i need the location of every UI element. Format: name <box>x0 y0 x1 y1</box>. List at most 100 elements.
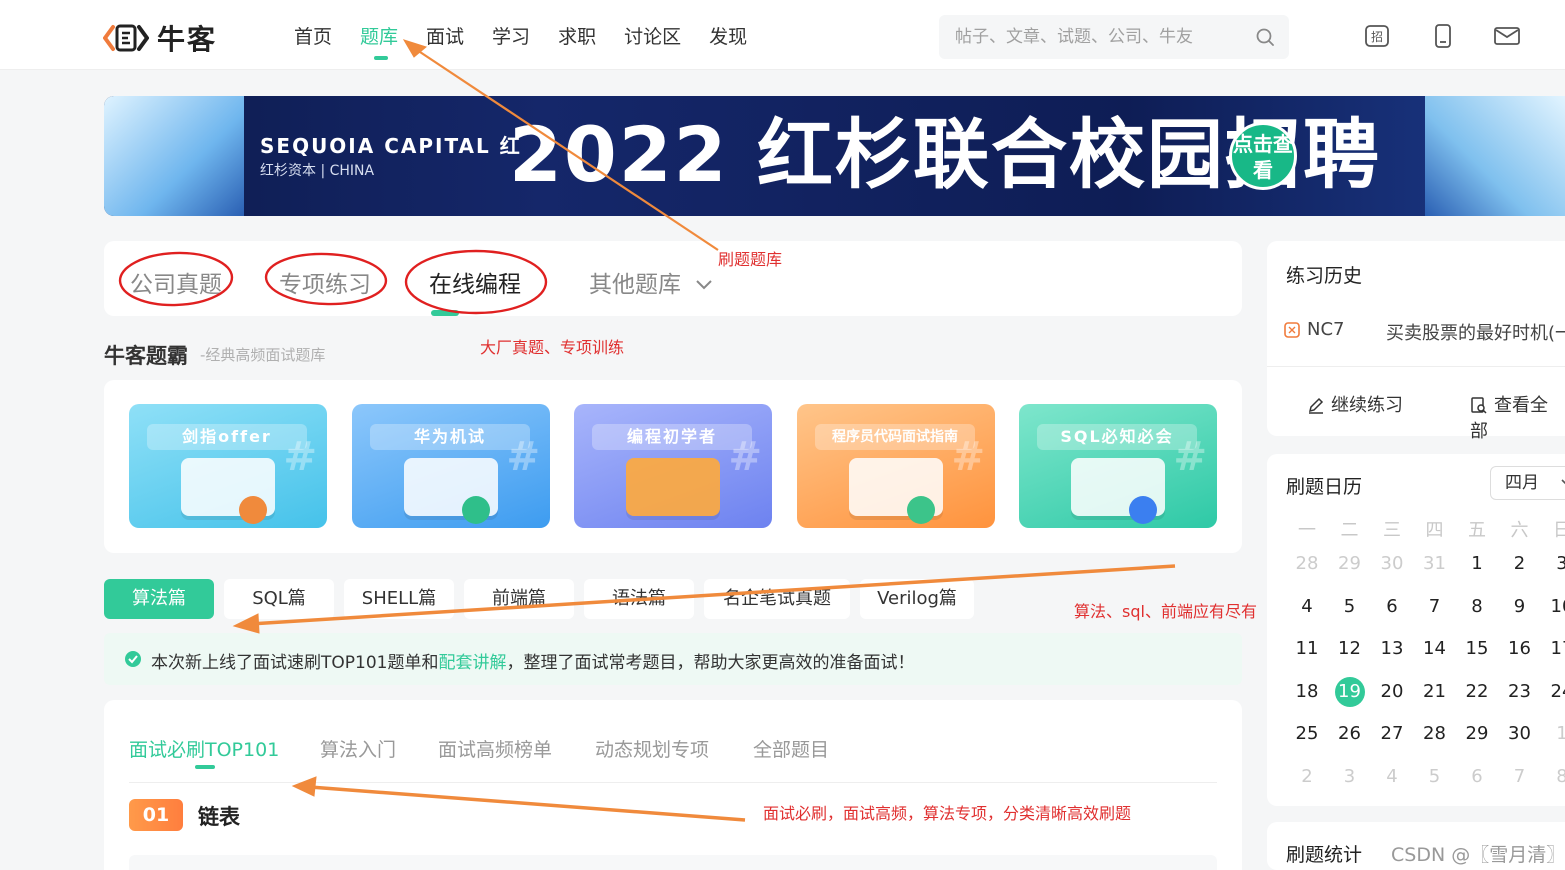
calendar-day[interactable]: 15 <box>1462 634 1492 664</box>
watermark: CSDN @〖雪月清〗 <box>1391 844 1565 866</box>
nav-discuss[interactable]: 讨论区 <box>624 22 681 49</box>
tab-algo-intro[interactable]: 算法入门 <box>320 735 396 762</box>
calendar-day[interactable]: 2 <box>1292 762 1322 792</box>
nav-question-bank[interactable]: 题库 <box>360 22 398 60</box>
calendar-title: 刷题日历 <box>1286 476 1363 498</box>
category-company-exams[interactable]: 名企笔试真题 <box>704 579 850 619</box>
nav-home[interactable]: 首页 <box>294 22 332 49</box>
nav-discover[interactable]: 发现 <box>709 22 747 49</box>
calendar-day[interactable]: 7 <box>1505 762 1535 792</box>
banner-illustration-right <box>1425 96 1565 216</box>
calendar-day[interactable]: 5 <box>1420 762 1450 792</box>
calendar-day[interactable]: 30 <box>1505 719 1535 749</box>
calendar-day[interactable]: 28 <box>1292 549 1322 579</box>
stats-title: 刷题统计 <box>1286 844 1363 866</box>
calendar-day[interactable]: 4 <box>1292 592 1322 622</box>
nav-interview[interactable]: 面试 <box>426 22 464 49</box>
book-sql[interactable]: SQL必知必会 # <box>1019 404 1217 528</box>
book-jianzhi-offer[interactable]: 剑指offer # <box>129 404 327 528</box>
calendar-day[interactable]: 22 <box>1462 677 1492 707</box>
category-sql[interactable]: SQL篇 <box>224 579 334 619</box>
calendar-day[interactable]: 4 <box>1377 762 1407 792</box>
calendar-day[interactable]: 16 <box>1505 634 1535 664</box>
nav-jobs[interactable]: 求职 <box>558 22 596 49</box>
calendar-day[interactable]: 1 <box>1462 549 1492 579</box>
calendar-day[interactable]: 21 <box>1420 677 1450 707</box>
category-syntax[interactable]: 语法篇 <box>584 579 694 619</box>
logo[interactable]: 牛客 <box>103 18 217 58</box>
calendar-day[interactable]: 2 <box>1505 549 1535 579</box>
calendar-day[interactable]: 12 <box>1335 634 1365 664</box>
promo-banner[interactable]: SEQUOIA CAPITAL 红 红杉资本 | CHINA 2022 红杉联合… <box>104 96 1565 216</box>
tab-top101[interactable]: 面试必刷TOP101 <box>129 735 279 769</box>
tab-other-banks[interactable]: 其他题库 <box>589 265 714 299</box>
tab-topic-practice[interactable]: 专项练习 <box>279 265 371 299</box>
logo-text: 牛客 <box>157 23 218 56</box>
chapter-row[interactable] <box>129 855 1217 870</box>
calendar-day[interactable]: 29 <box>1335 549 1365 579</box>
calendar-day[interactable]: 31 <box>1420 549 1450 579</box>
weekday-label: 四 <box>1425 520 1444 541</box>
weekday-label: 三 <box>1383 520 1401 541</box>
book-cover-image <box>181 458 275 524</box>
tab-all-problems[interactable]: 全部题目 <box>753 735 829 762</box>
banner-illustration-left <box>104 96 244 216</box>
continue-practice-button[interactable]: 继续练习 <box>1307 391 1403 417</box>
weekday-label: 六 <box>1510 520 1529 541</box>
calendar-day[interactable]: 26 <box>1335 719 1365 749</box>
notice-link[interactable]: 配套讲解 <box>438 653 506 673</box>
calendar-day[interactable]: 8 <box>1462 592 1492 622</box>
annotation-4: 面试必刷，面试高频，算法专项，分类清晰高效刷题 <box>763 804 1132 823</box>
calendar-day[interactable]: 8 <box>1547 762 1565 792</box>
calendar-day[interactable]: 30 <box>1377 549 1407 579</box>
calendar-day[interactable]: 10 <box>1547 592 1565 622</box>
category-algorithm[interactable]: 算法篇 <box>104 579 214 619</box>
calendar-day[interactable]: 7 <box>1420 592 1450 622</box>
calendar-day[interactable]: 17 <box>1547 634 1565 664</box>
calendar-day[interactable]: 19 <box>1334 676 1365 707</box>
search-icon[interactable] <box>1255 27 1275 47</box>
calendar-day[interactable]: 9 <box>1505 592 1535 622</box>
calendar-day[interactable]: 5 <box>1335 592 1365 622</box>
calendar-day[interactable]: 25 <box>1292 719 1322 749</box>
calendar-day[interactable]: 11 <box>1292 634 1322 664</box>
history-problem-name[interactable]: 买卖股票的最好时机(一 <box>1386 319 1565 345</box>
calendar-day[interactable]: 18 <box>1292 677 1322 707</box>
category-verilog[interactable]: Verilog篇 <box>860 579 974 619</box>
view-all-button[interactable]: 查看全部 <box>1470 391 1565 443</box>
calendar-day[interactable]: 6 <box>1462 762 1492 792</box>
banner-cta-button[interactable]: 点击查看 <box>1229 122 1297 190</box>
calendar-day[interactable]: 3 <box>1335 762 1365 792</box>
search-input[interactable] <box>939 15 1229 59</box>
calendar-day[interactable]: 28 <box>1420 719 1450 749</box>
tab-online-coding[interactable]: 在线编程 <box>429 265 521 316</box>
tab-high-frequency[interactable]: 面试高频榜单 <box>438 735 552 762</box>
notice-bar: 本次新上线了面试速刷TOP101题单和配套讲解，整理了面试常考题目，帮助大家更高… <box>104 633 1242 685</box>
calendar-day[interactable]: 20 <box>1377 677 1407 707</box>
calendar-day[interactable]: 29 <box>1462 719 1492 749</box>
history-problem-id[interactable]: NC7 <box>1307 319 1345 340</box>
calendar-day[interactable]: 14 <box>1420 634 1450 664</box>
tab-dynamic-programming[interactable]: 动态规划专项 <box>595 735 709 762</box>
book-huawei-test[interactable]: 华为机试 # <box>352 404 550 528</box>
divider <box>129 782 1217 783</box>
question-sets: 剑指offer # 华为机试 # 编程初学者 # 程序员代码面试指南 # SQL… <box>104 380 1242 553</box>
calendar-day[interactable]: 23 <box>1505 677 1535 707</box>
mail-icon[interactable] <box>1494 24 1520 48</box>
calendar-day[interactable]: 27 <box>1377 719 1407 749</box>
calendar-day[interactable]: 24 <box>1547 677 1565 707</box>
book-beginner[interactable]: 编程初学者 # <box>574 404 772 528</box>
nav-learn[interactable]: 学习 <box>492 22 530 49</box>
category-frontend[interactable]: 前端篇 <box>464 579 574 619</box>
category-shell[interactable]: SHELL篇 <box>344 579 454 619</box>
recruit-icon[interactable]: 招 <box>1364 24 1390 48</box>
tab-company-questions[interactable]: 公司真题 <box>130 265 222 299</box>
month-select[interactable]: 四月 <box>1490 466 1565 500</box>
mobile-app-icon[interactable] <box>1430 24 1456 48</box>
book-code-interview-guide[interactable]: 程序员代码面试指南 # <box>797 404 995 528</box>
calendar-day[interactable]: 13 <box>1377 634 1407 664</box>
divider <box>1267 366 1565 367</box>
calendar-day[interactable]: 1 <box>1547 719 1565 749</box>
calendar-day[interactable]: 3 <box>1547 549 1565 579</box>
calendar-day[interactable]: 6 <box>1377 592 1407 622</box>
